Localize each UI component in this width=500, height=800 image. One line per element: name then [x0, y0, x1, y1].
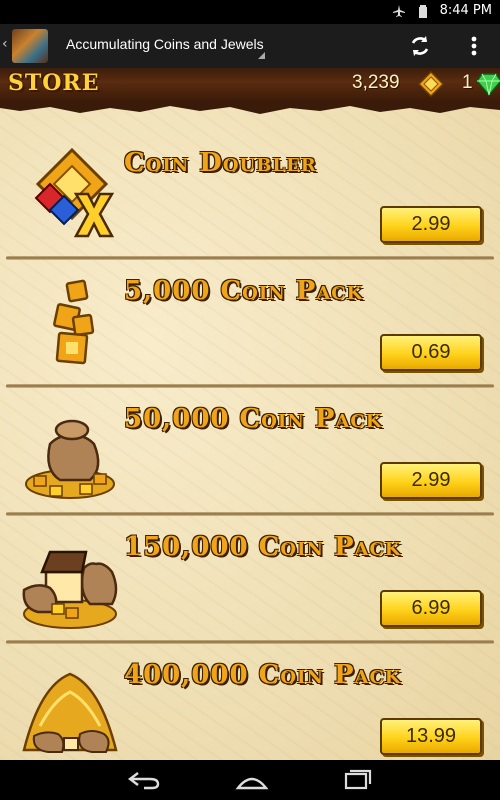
coin-pile-icon: [22, 672, 118, 753]
overflow-menu-icon[interactable]: [464, 32, 484, 60]
price-button[interactable]: 2.99: [380, 462, 482, 499]
item-divider: [6, 256, 494, 260]
item-divider: [6, 640, 494, 644]
item-divider: [6, 384, 494, 388]
coin-bag-icon: [25, 419, 115, 499]
battery-icon: [418, 4, 427, 18]
price-button[interactable]: 6.99: [380, 590, 482, 627]
price-button[interactable]: 0.69: [380, 334, 482, 371]
home-icon[interactable]: [232, 768, 272, 792]
item-name: 50,000 Coin Pack: [124, 404, 383, 434]
store-item-400000-coin-pack[interactable]: 400,000 Coin Pack 13.99: [6, 648, 494, 760]
item-divider: [6, 512, 494, 516]
coin-count: 3,239: [352, 72, 400, 93]
gem-icon: [476, 73, 500, 96]
spinner-caret-icon: [258, 52, 265, 59]
item-name: 150,000 Coin Pack: [124, 532, 402, 562]
gem-count: 1: [462, 72, 473, 93]
store-header: STORE 3,239 1: [0, 68, 500, 104]
back-icon[interactable]: [124, 768, 164, 792]
store-item-5000-coin-pack[interactable]: 5,000 Coin Pack 0.69: [6, 264, 494, 388]
app-thumbnail[interactable]: [12, 29, 48, 63]
up-chevron-icon[interactable]: ‹: [2, 36, 8, 52]
price-button[interactable]: 13.99: [380, 718, 482, 755]
store-item-150000-coin-pack[interactable]: 150,000 Coin Pack 6.99: [6, 520, 494, 644]
status-bar: 8:44 PM: [0, 0, 500, 24]
store-item-coin-doubler[interactable]: Coin Doubler 2.99: [6, 136, 494, 260]
item-name: Coin Doubler: [124, 148, 317, 178]
refresh-icon[interactable]: [406, 32, 434, 60]
price-button[interactable]: 2.99: [380, 206, 482, 243]
store-title: STORE: [8, 70, 100, 96]
torn-edge: [0, 102, 500, 114]
clock-text: 8:44 PM: [439, 3, 492, 18]
item-name: 5,000 Coin Pack: [124, 276, 364, 306]
recent-apps-icon[interactable]: [336, 768, 376, 792]
store-item-50000-coin-pack[interactable]: 50,000 Coin Pack 2.99: [6, 392, 494, 516]
action-bar-title[interactable]: Accumulating Coins and Jewels: [66, 36, 264, 52]
coin-icon: [418, 71, 444, 97]
action-bar: ‹ Accumulating Coins and Jewels: [0, 24, 500, 68]
airplane-mode-icon: [392, 4, 405, 17]
navigation-bar: [0, 760, 500, 800]
coin-stack-small-icon: [53, 279, 95, 365]
item-name: 400,000 Coin Pack: [124, 660, 402, 690]
coin-doubler-icon: [34, 147, 115, 238]
treasure-chest-icon: [22, 550, 118, 629]
store-panel: STORE 3,239 1 Coin Doubler 2.99 5,000 Co…: [0, 68, 500, 760]
